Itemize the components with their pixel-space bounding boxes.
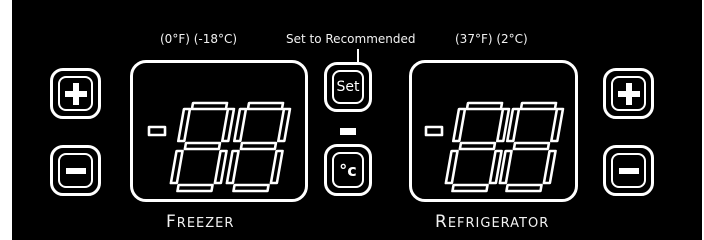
freezer-seven-segment: [147, 101, 292, 193]
set-button[interactable]: Set: [324, 62, 372, 112]
set-hint-connector: [357, 49, 359, 62]
freezer-display: [130, 60, 308, 202]
minus-segment: [424, 125, 444, 137]
plus-icon: [617, 82, 640, 105]
minus-segment: [147, 125, 167, 137]
refrigerator-label: REFRIGERATOR: [435, 212, 550, 232]
freezer-temp-label: (0°F) (-18°C): [160, 32, 238, 46]
minus-icon: [65, 167, 86, 174]
refrigerator-plus-button[interactable]: [603, 68, 654, 119]
minus-icon: [618, 167, 639, 174]
freezer-label: FREEZER: [166, 212, 235, 232]
unit-toggle-button[interactable]: °c: [324, 144, 372, 196]
digit-eight: [225, 101, 292, 193]
plus-icon: [64, 82, 87, 105]
celsius-label: °c: [339, 160, 357, 180]
control-panel: (0°F) (-18°C) Set to Recommended (37°F) …: [12, 0, 702, 240]
indicator-bar: [340, 128, 356, 135]
freezer-plus-button[interactable]: [50, 68, 101, 119]
set-to-recommended-label: Set to Recommended: [286, 32, 416, 46]
freezer-minus-button[interactable]: [50, 145, 101, 196]
refrigerator-minus-button[interactable]: [603, 145, 654, 196]
set-button-label: Set: [336, 79, 360, 95]
refrigerator-seven-segment: [424, 101, 565, 193]
refrigerator-display: [409, 60, 578, 202]
refrigerator-temp-label: (37°F) (2°C): [455, 32, 528, 46]
digit-eight: [169, 101, 236, 193]
